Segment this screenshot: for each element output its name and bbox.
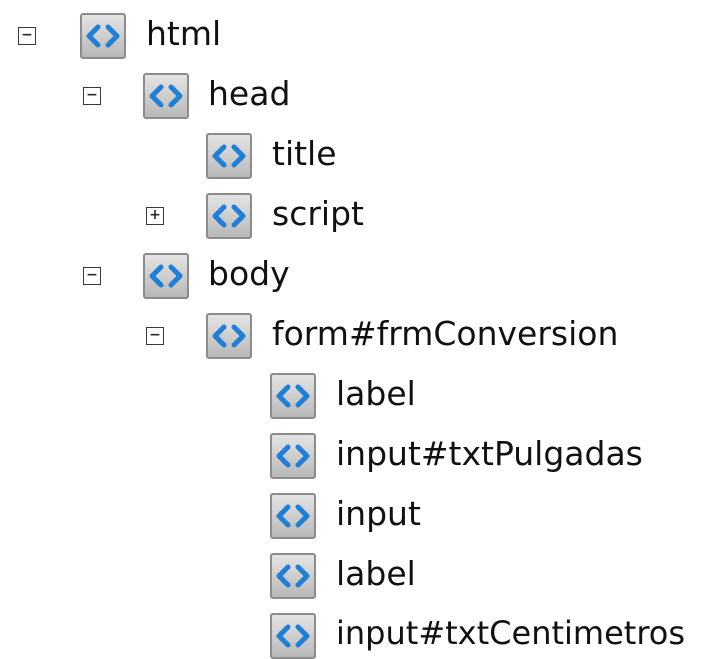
tree-node-label[interactable]: input#txtCentimetros	[336, 614, 685, 652]
tree-node-input-centimetros[interactable]: input#txtCentimetros	[0, 613, 715, 659]
tree-node-label[interactable]: input#txtPulgadas	[336, 434, 643, 473]
expand-toggle-icon[interactable]: +	[146, 207, 164, 225]
tree-node-form[interactable]: − form#frmConversion	[0, 313, 715, 359]
html-element-icon	[206, 313, 252, 359]
tree-node-label[interactable]: form#frmConversion	[272, 314, 618, 353]
tree-node-html[interactable]: − html	[0, 13, 715, 59]
html-element-icon	[270, 373, 316, 419]
html-element-icon	[270, 493, 316, 539]
collapse-toggle-icon[interactable]: −	[83, 87, 101, 105]
tree-node-label-2[interactable]: label	[0, 553, 715, 599]
tree-node-label-1[interactable]: label	[0, 373, 715, 419]
collapse-toggle-icon[interactable]: −	[18, 27, 36, 45]
tree-node-input[interactable]: input	[0, 493, 715, 539]
html-element-icon	[143, 253, 189, 299]
tree-node-script[interactable]: + script	[0, 193, 715, 239]
html-element-icon	[206, 193, 252, 239]
html-element-icon	[270, 553, 316, 599]
collapse-toggle-icon[interactable]: −	[83, 267, 101, 285]
html-element-icon	[143, 73, 189, 119]
collapse-toggle-icon[interactable]: −	[146, 327, 164, 345]
tree-node-label[interactable]: input	[336, 494, 421, 533]
html-element-icon	[270, 433, 316, 479]
tree-node-label[interactable]: title	[272, 134, 337, 173]
tree-node-input-pulgadas[interactable]: input#txtPulgadas	[0, 433, 715, 479]
tree-node-label[interactable]: label	[336, 554, 416, 593]
html-element-icon	[206, 133, 252, 179]
tree-node-label[interactable]: head	[208, 74, 290, 113]
tree-node-head[interactable]: − head	[0, 73, 715, 119]
tree-node-label[interactable]: body	[208, 254, 290, 293]
tree-node-label[interactable]: html	[146, 14, 221, 53]
html-element-icon	[270, 613, 316, 659]
tree-node-title[interactable]: title	[0, 133, 715, 179]
tree-node-label[interactable]: script	[272, 194, 364, 233]
tree-node-label[interactable]: label	[336, 374, 416, 413]
html-element-icon	[80, 13, 126, 59]
tree-node-body[interactable]: − body	[0, 253, 715, 299]
